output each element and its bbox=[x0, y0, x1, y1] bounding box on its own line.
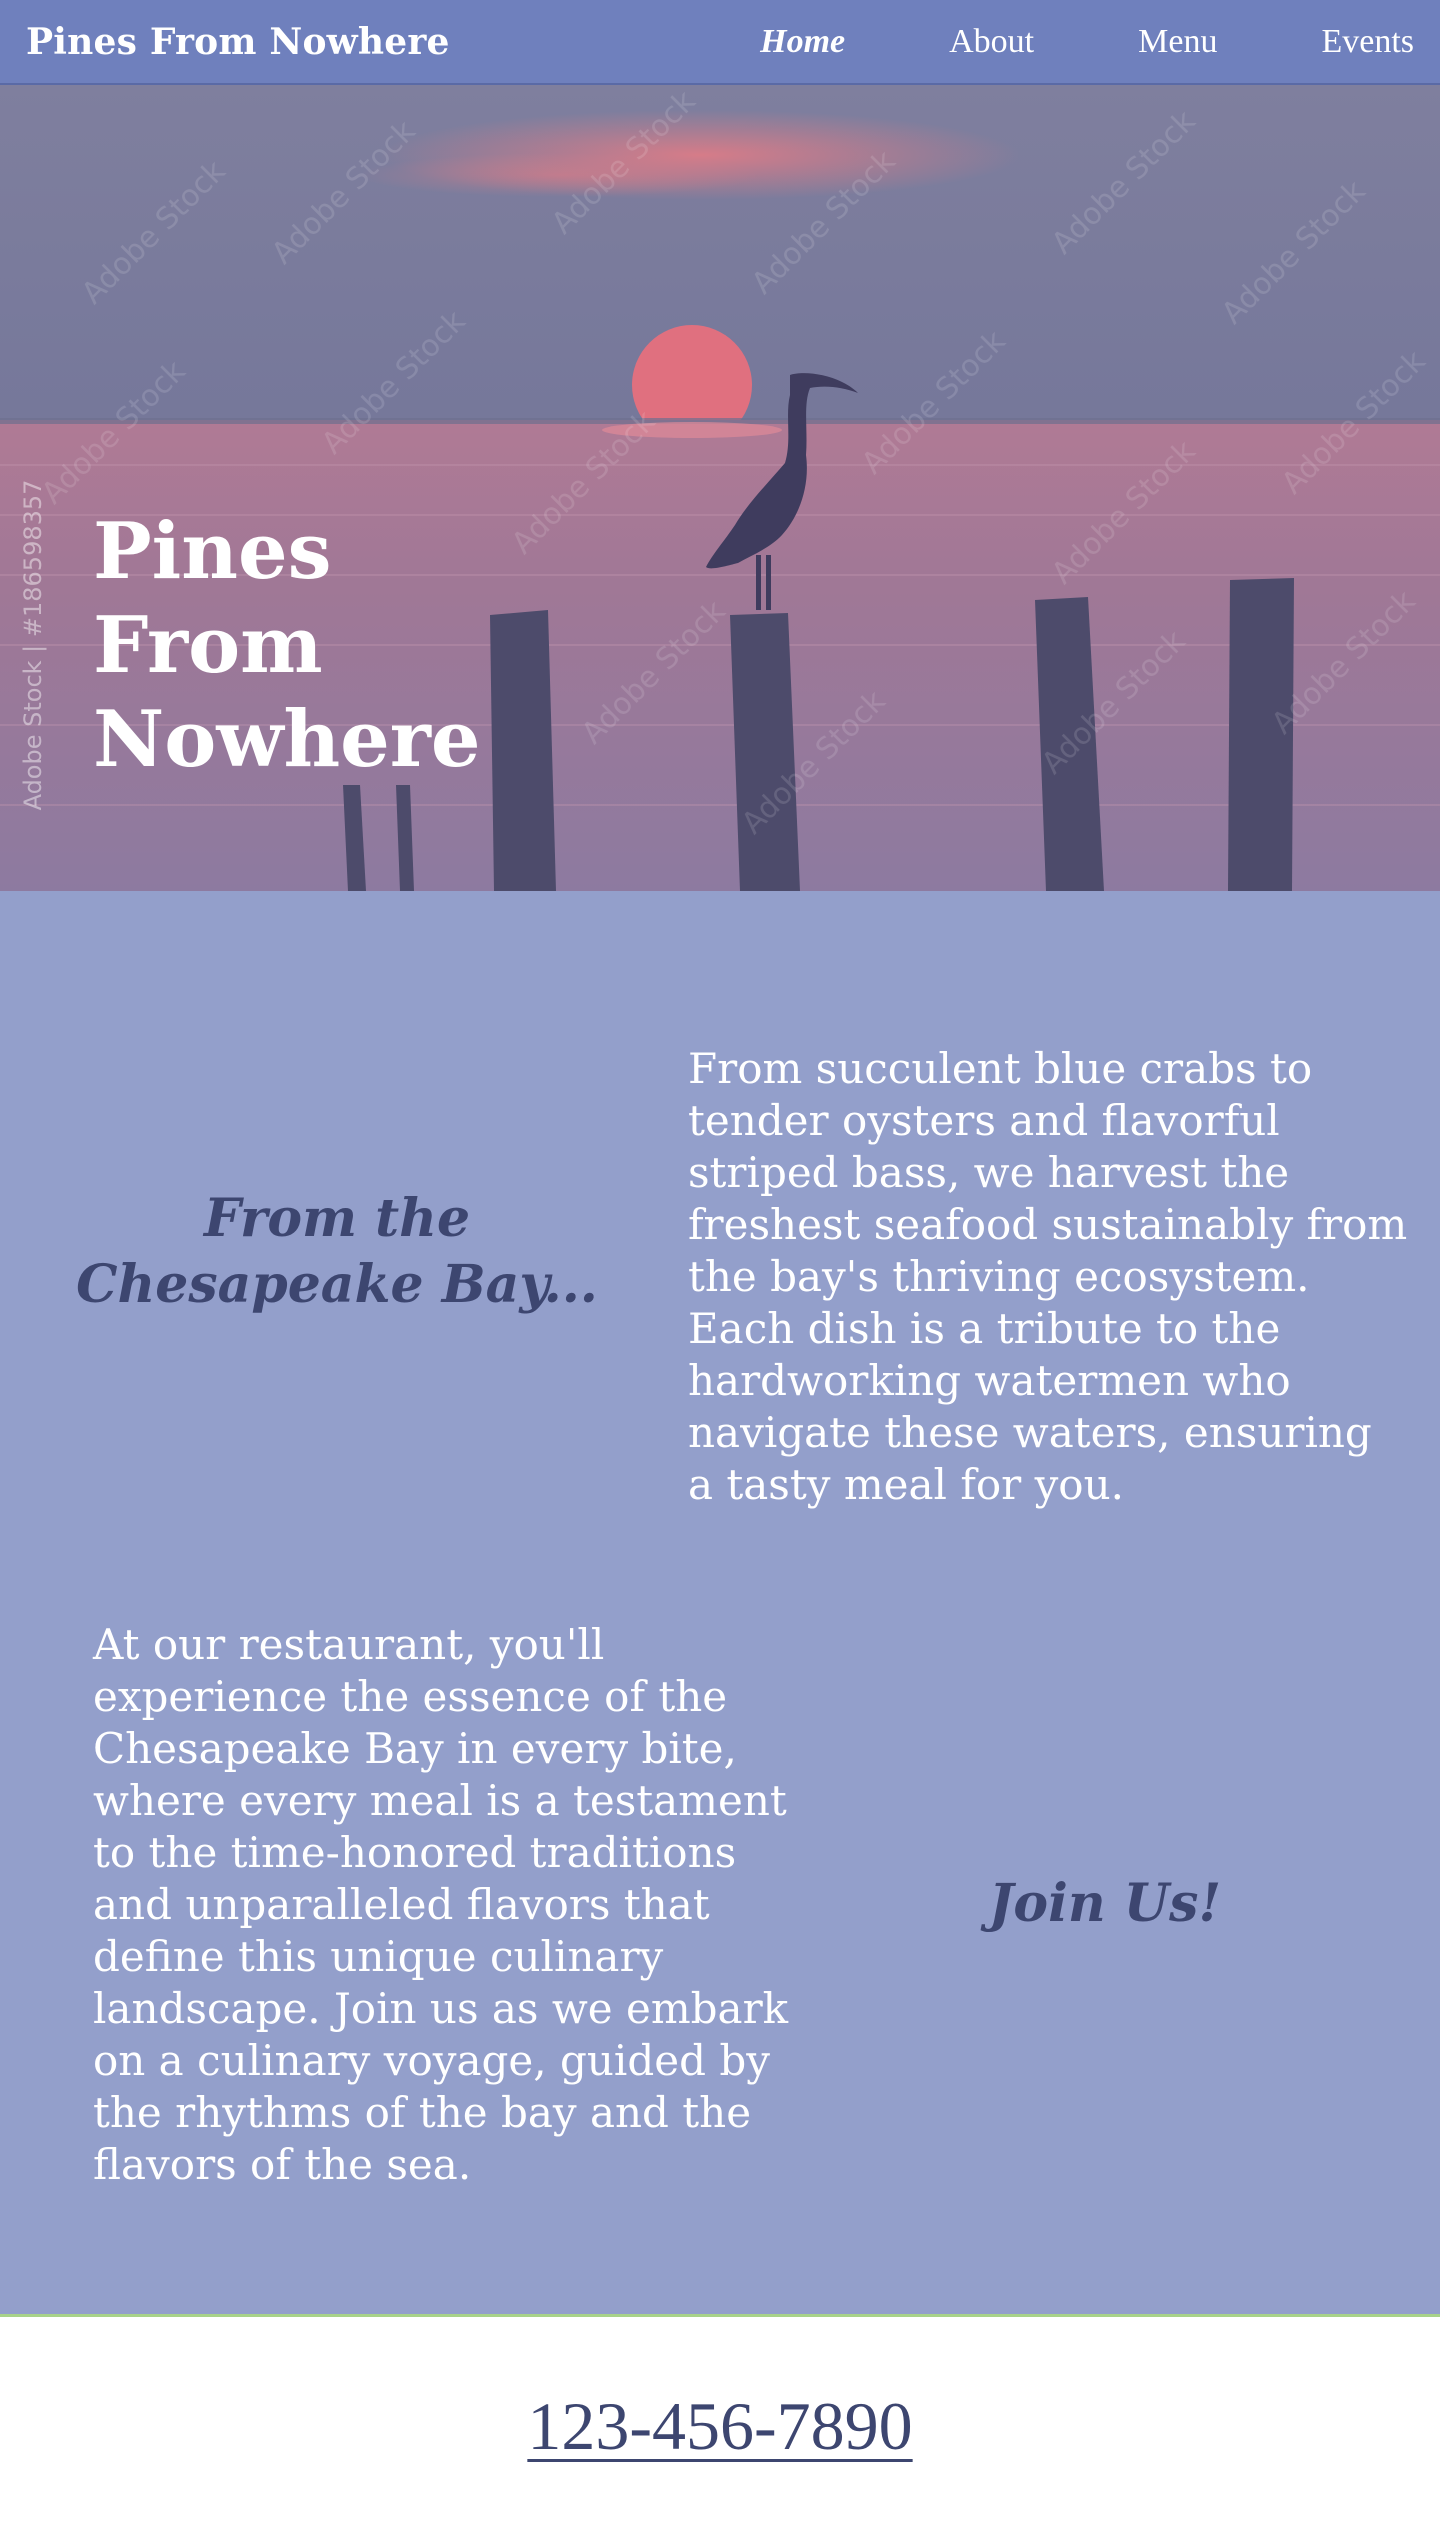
nav-link-home[interactable]: Home bbox=[760, 23, 845, 61]
hero-title: Pines From Nowhere bbox=[93, 506, 481, 785]
stock-watermark-label: Adobe Stock | #186598357 bbox=[19, 479, 47, 811]
navbar: Pines From Nowhere Home About Menu Event… bbox=[0, 0, 1440, 85]
brand-logo-link[interactable]: Pines From Nowhere bbox=[26, 21, 450, 63]
paragraph-experience: At our restaurant, you'll experience the… bbox=[93, 1620, 789, 2189]
about-section: From the Chesapeake Bay... From succulen… bbox=[0, 891, 1440, 2317]
phone-link[interactable]: 123-456-7890 bbox=[527, 2388, 912, 2464]
hero-banner: Adobe Stock Adobe Stock Adobe Stock Adob… bbox=[0, 85, 1440, 891]
footer: 123-456-7890 bbox=[0, 2317, 1440, 2528]
section-heading-chesapeake: From the Chesapeake Bay... bbox=[76, 1188, 598, 1315]
paragraph-seafood: From succulent blue crabs to tender oyst… bbox=[688, 1044, 1408, 1509]
nav-links: Home About Menu Events bbox=[760, 0, 1414, 83]
nav-link-menu[interactable]: Menu bbox=[1138, 23, 1217, 61]
nav-link-about[interactable]: About bbox=[949, 23, 1034, 61]
nav-link-events[interactable]: Events bbox=[1321, 23, 1414, 61]
section-heading-join-us: Join Us! bbox=[988, 1873, 1222, 1934]
phone-container: 123-456-7890 bbox=[0, 2387, 1440, 2466]
